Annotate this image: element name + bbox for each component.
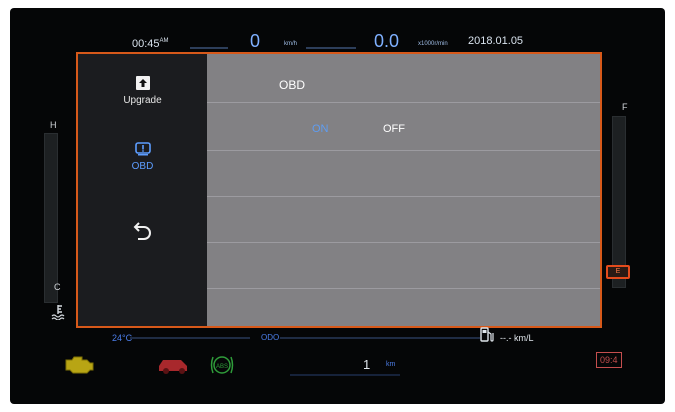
obd-content: OBD ON OFF — [207, 54, 600, 326]
coolant-icon — [50, 304, 66, 325]
row-empty — [207, 242, 600, 289]
temperature-gauge — [44, 133, 58, 303]
trip-bar — [290, 374, 400, 376]
fuel-empty-label: E — [615, 268, 621, 275]
svg-text:ABS: ABS — [216, 364, 228, 370]
back-arrow-icon — [78, 220, 207, 245]
settings-sidebar: Upgrade OBD — [78, 54, 207, 326]
rpm-value: 0.0 — [374, 31, 400, 51]
date: 2018.01.05 — [468, 35, 524, 47]
odo-label: ODO — [261, 333, 280, 342]
temp-low-label: C — [54, 282, 61, 292]
status-divider — [190, 47, 228, 49]
temp-high-label: H — [50, 120, 57, 130]
row-empty — [207, 150, 600, 197]
check-engine-icon — [62, 354, 96, 379]
sidebar-item-label: Upgrade — [123, 95, 162, 106]
sidebar-item-obd[interactable]: OBD — [78, 142, 207, 172]
speed-value: 0 — [250, 31, 261, 51]
odo-bar — [280, 337, 480, 339]
clock: 00:45AM — [132, 38, 169, 50]
secondary-clock: 09:4 — [596, 352, 622, 368]
dashboard-screen: 00:45AM 0 km/h 0.0 x1000r/min 2018.01.05… — [10, 8, 665, 404]
fuel-full-label: F — [622, 102, 628, 112]
bottom-bar — [10, 328, 665, 404]
option-off-button[interactable]: OFF — [383, 123, 405, 135]
sidebar-item-label: OBD — [131, 161, 154, 172]
page-title: OBD — [279, 78, 306, 92]
abs-icon: ABS — [210, 354, 234, 381]
settings-panel: Upgrade OBD OBD ON OFF — [76, 52, 602, 328]
temp-bar — [130, 337, 250, 339]
sidebar-item-upgrade[interactable]: Upgrade — [78, 76, 207, 106]
upload-icon — [78, 76, 207, 95]
fuel-economy-value: --.- km/L — [500, 333, 534, 343]
fuel-gauge — [612, 116, 626, 288]
fuel-pump-icon — [480, 327, 494, 348]
option-on-button[interactable]: ON — [312, 123, 329, 135]
trip-value: 1 — [363, 357, 371, 372]
row-title — [207, 54, 600, 103]
fuel-empty-marker: E — [606, 265, 630, 279]
trip-unit: km — [386, 361, 396, 368]
speed-unit: km/h — [284, 41, 298, 47]
status-divider — [306, 47, 356, 49]
back-button[interactable] — [78, 220, 207, 245]
car-warning-icon — [156, 356, 192, 379]
row-empty — [207, 196, 600, 243]
rpm-unit: x1000r/min — [418, 41, 448, 47]
status-bar: 00:45AM 0 km/h 0.0 x1000r/min 2018.01.05 — [10, 8, 665, 51]
warning-icon — [78, 142, 207, 161]
